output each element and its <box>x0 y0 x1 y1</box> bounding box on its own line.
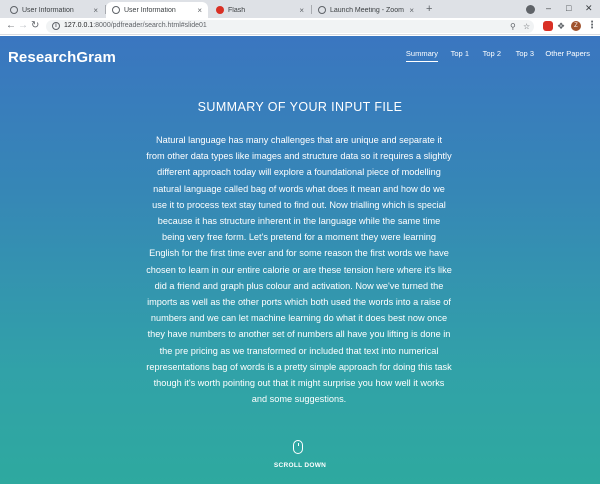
url-text[interactable]: 127.0.0.1:8000/pdfreader/search.html#sli… <box>64 22 207 29</box>
nav-top-2[interactable]: Top 2 <box>483 49 501 58</box>
tab-title: User Information <box>22 6 74 14</box>
tab-close-icon[interactable]: × <box>93 6 98 15</box>
nav-other-papers[interactable]: Other Papers <box>545 49 590 58</box>
back-icon[interactable]: ← <box>6 20 16 32</box>
tab-search-icon[interactable] <box>526 5 535 14</box>
browser-tab-4[interactable]: Launch Meeting - Zoom × <box>312 2 420 18</box>
nav-top-3[interactable]: Top 3 <box>516 49 534 58</box>
browser-tab-1[interactable]: User Information × <box>4 2 104 18</box>
globe-icon <box>10 6 18 14</box>
reload-icon[interactable]: ↻ <box>31 20 39 32</box>
address-bar[interactable]: i 127.0.0.1:8000/pdfreader/search.html#s… <box>46 20 534 33</box>
bookmark-star-icon[interactable]: ☆ <box>523 21 530 32</box>
maximize-icon[interactable]: □ <box>566 1 571 15</box>
url-path: :8000/pdfreader/search.html#slide01 <box>93 22 207 29</box>
minimize-icon[interactable]: – <box>546 1 551 15</box>
site-brand[interactable]: ResearchGram <box>8 49 116 66</box>
new-tab-button[interactable]: + <box>426 2 432 16</box>
tab-close-icon[interactable]: × <box>299 6 304 15</box>
info-icon[interactable]: i <box>52 22 60 30</box>
summary-text: Natural language has many challenges tha… <box>146 135 452 405</box>
browser-toolbar: ← → ↻ i 127.0.0.1:8000/pdfreader/search.… <box>0 18 600 35</box>
flash-icon <box>216 6 224 14</box>
page-viewport: ResearchGram Summary Top 1 Top 2 Top 3 O… <box>0 36 600 484</box>
browser-tab-strip: User Information × User Information × Fl… <box>0 0 600 18</box>
tab-title: Flash <box>228 6 246 14</box>
globe-icon <box>318 6 326 14</box>
tab-title: Launch Meeting - Zoom <box>330 6 404 14</box>
tab-title: User Information <box>124 6 176 14</box>
nav-top-1[interactable]: Top 1 <box>451 49 469 58</box>
mouse-scroll-icon[interactable] <box>293 440 303 454</box>
browser-tab-3[interactable]: Flash × <box>210 2 310 18</box>
browser-tab-2[interactable]: User Information × <box>106 2 208 18</box>
forward-icon[interactable]: → <box>18 20 28 32</box>
tab-close-icon[interactable]: × <box>197 6 202 15</box>
browser-menu-icon[interactable]: ⋮ <box>587 21 597 31</box>
nav-summary[interactable]: Summary <box>405 49 438 62</box>
zoom-icon[interactable]: ⚲ <box>510 21 516 32</box>
url-host: 127.0.0.1 <box>64 22 94 29</box>
mouse-wheel <box>297 443 299 446</box>
profile-avatar[interactable]: Z <box>571 21 581 31</box>
globe-icon <box>112 6 120 14</box>
page-title: SUMMARY OF YOUR INPUT FILE <box>197 100 403 114</box>
extension-icon[interactable] <box>543 21 553 31</box>
extensions-puzzle-icon[interactable]: ❖ <box>557 21 567 31</box>
close-window-icon[interactable]: ✕ <box>585 1 593 15</box>
scroll-down-label[interactable]: SCROLL DOWN <box>0 462 600 469</box>
tab-close-icon[interactable]: × <box>409 6 414 15</box>
